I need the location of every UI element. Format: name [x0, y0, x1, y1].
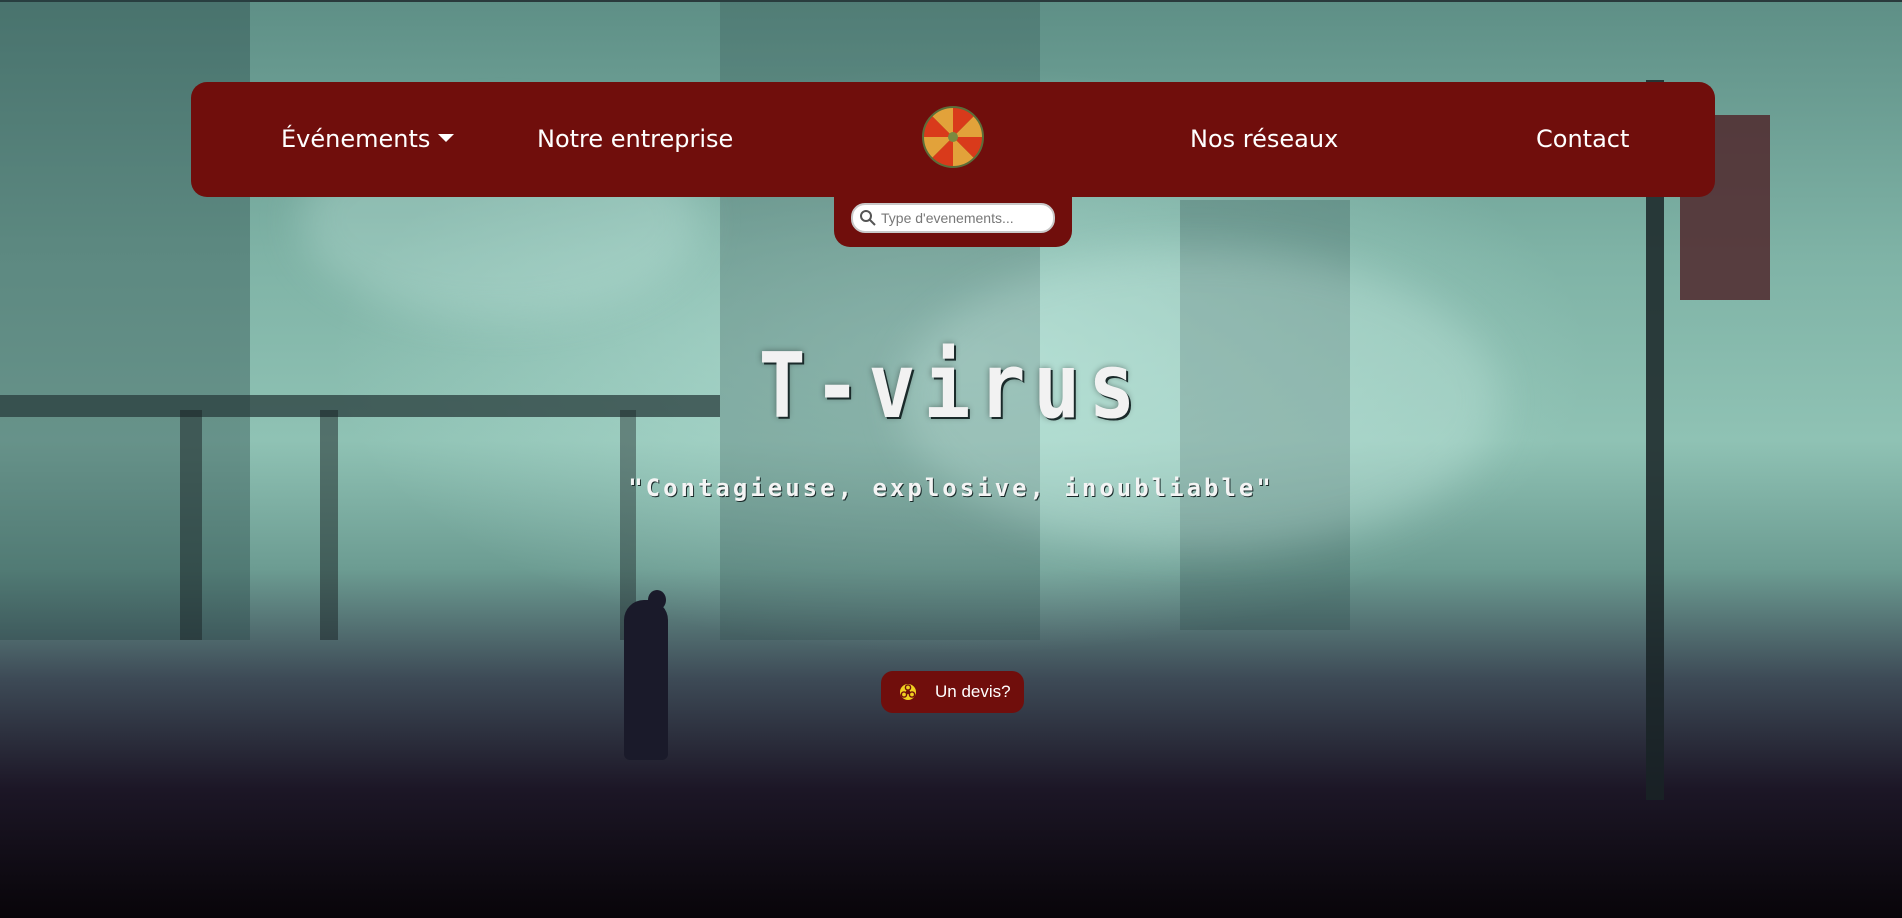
search-tab: [834, 190, 1072, 247]
hero-tagline: "Contagieuse, explosive, inoubliable": [628, 474, 1274, 502]
nav-networks[interactable]: Nos réseaux: [1190, 82, 1338, 197]
search-box: [851, 203, 1055, 233]
quote-button-label: Un devis?: [935, 682, 1011, 701]
shelter-pillar: [320, 410, 338, 640]
person-head: [648, 590, 666, 610]
umbrella-logo-icon[interactable]: [922, 106, 984, 168]
nav-events-label: Événements: [281, 125, 431, 153]
search-icon: [860, 210, 876, 226]
quote-button[interactable]: Un devis?: [881, 671, 1024, 713]
caret-down-icon: [438, 134, 455, 142]
hero-title: T-virus: [758, 335, 1144, 439]
person-silhouette: [624, 600, 668, 760]
nav-contact[interactable]: Contact: [1536, 82, 1629, 197]
shelter-pillar: [180, 410, 202, 640]
nav-events[interactable]: Événements: [281, 82, 455, 197]
nav-company[interactable]: Notre entreprise: [537, 82, 733, 197]
search-input[interactable]: [881, 207, 1047, 229]
biohazard-icon: [900, 684, 916, 700]
main-navbar: Événements Notre entreprise Nos réseaux …: [191, 82, 1715, 197]
